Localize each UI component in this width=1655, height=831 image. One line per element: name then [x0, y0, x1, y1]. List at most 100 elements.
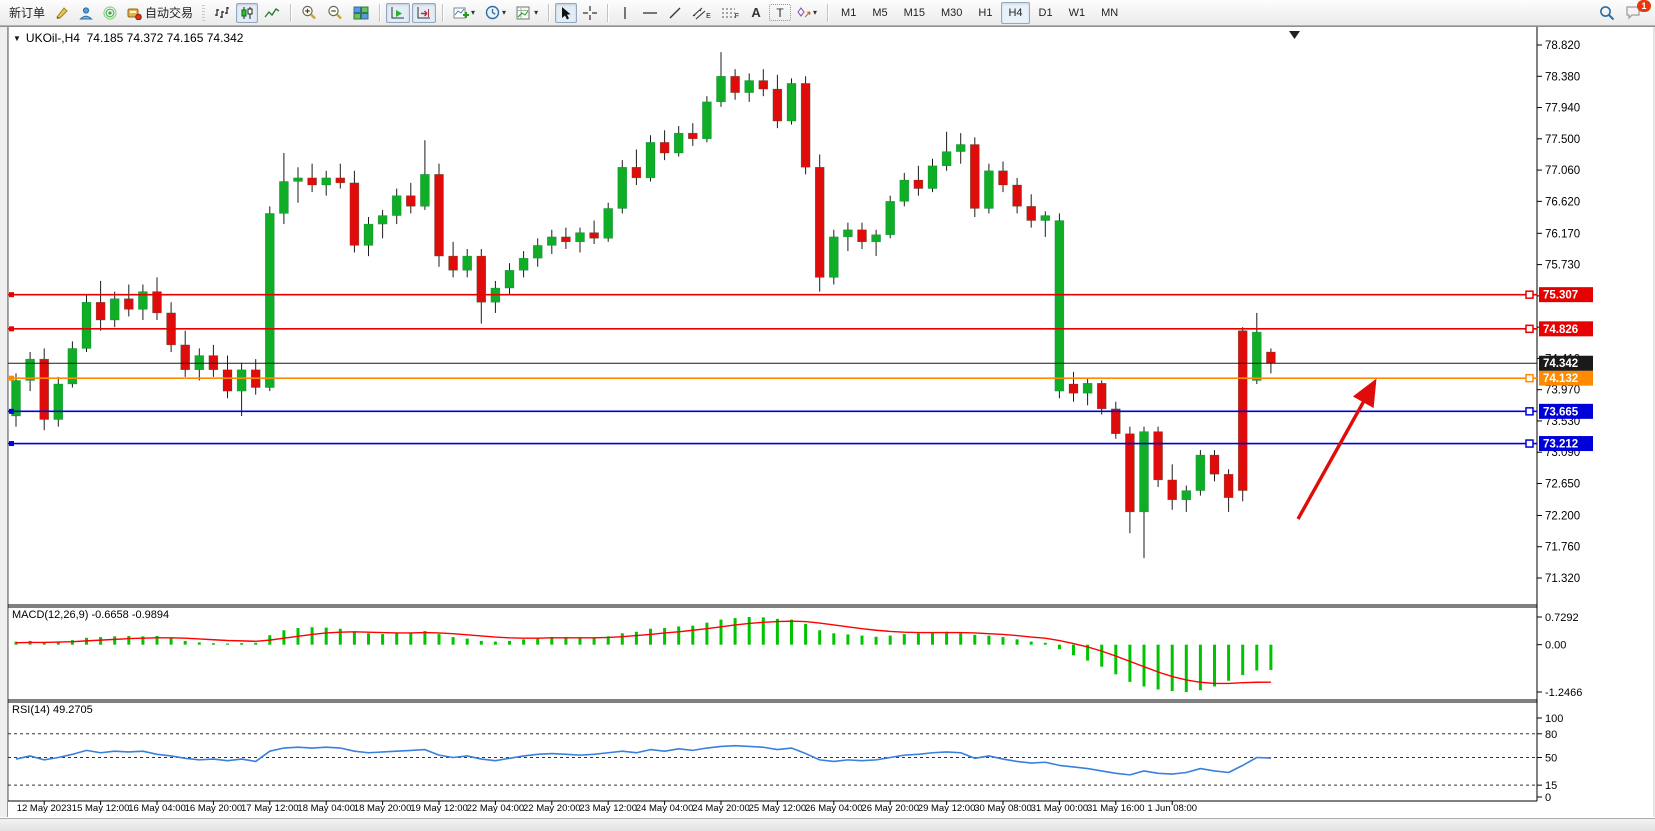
svg-text:-1.2466: -1.2466 — [1545, 687, 1582, 699]
svg-text:19 May 12:00: 19 May 12:00 — [410, 803, 468, 814]
tile-windows-button[interactable] — [349, 3, 373, 23]
svg-text:77.940: 77.940 — [1545, 103, 1580, 115]
notifications-button[interactable]: 1 — [1621, 3, 1646, 23]
window-left-frame — [0, 27, 8, 817]
svg-text:74.342: 74.342 — [1543, 358, 1578, 370]
person-glyph — [79, 6, 93, 20]
horizontal-line-icon — [642, 6, 658, 20]
svg-text:24 May 20:00: 24 May 20:00 — [692, 803, 750, 814]
svg-text:0.00: 0.00 — [1545, 640, 1566, 652]
svg-text:31 May 16:00: 31 May 16:00 — [1087, 803, 1145, 814]
timeframe-h4[interactable]: H4 — [1001, 2, 1029, 24]
vertical-line-tool-button[interactable] — [614, 3, 636, 23]
timeframe-w1[interactable]: W1 — [1062, 2, 1093, 24]
svg-text:80: 80 — [1545, 729, 1557, 741]
chart-ohlc-values: 74.185 74.372 74.165 74.342 — [87, 31, 244, 45]
fibonacci-tool-button[interactable]: F — [717, 3, 743, 23]
cursor-icon — [560, 6, 572, 20]
svg-text:15 May 12:00: 15 May 12:00 — [72, 803, 130, 814]
rsi-indicator-label: RSI(14) 49.2705 — [12, 704, 93, 716]
trendline-tool-button[interactable] — [664, 3, 686, 23]
toolbar-separator — [827, 4, 828, 22]
shapes-icon — [797, 6, 811, 20]
svg-text:1 Jun 08:00: 1 Jun 08:00 — [1147, 803, 1197, 814]
toolbar-separator — [607, 4, 608, 22]
zoom-out-button[interactable] — [323, 3, 347, 23]
periods-dropdown-caret: ▾ — [502, 8, 506, 17]
timeframe-mn[interactable]: MN — [1094, 2, 1125, 24]
chart-shift-icon — [416, 6, 432, 20]
signals-icon[interactable] — [99, 3, 121, 23]
zoom-in-button[interactable] — [297, 3, 321, 23]
bar-chart-button[interactable] — [210, 3, 234, 23]
vertical-line-icon — [620, 6, 630, 20]
community-icon[interactable] — [75, 3, 97, 23]
templates-dropdown-caret: ▾ — [534, 8, 538, 17]
svg-text:75.307: 75.307 — [1543, 290, 1578, 302]
window-menu-icon[interactable]: ▼ — [13, 34, 21, 43]
svg-text:30 May 08:00: 30 May 08:00 — [974, 803, 1032, 814]
timeframe-m15[interactable]: M15 — [897, 2, 932, 24]
text-tool-button[interactable]: A — [745, 3, 767, 23]
timeframe-m5[interactable]: M5 — [865, 2, 894, 24]
svg-text:25 May 12:00: 25 May 12:00 — [749, 803, 807, 814]
autotrading-glyph — [127, 6, 142, 20]
text-label-tool-button[interactable]: T — [769, 4, 791, 21]
candlestick-chart-button[interactable] — [236, 3, 258, 23]
zoom-in-icon — [301, 5, 317, 20]
indicators-dropdown-caret: ▾ — [471, 8, 475, 17]
fibonacci-sub-label: F — [735, 13, 739, 20]
svg-text:31 May 00:00: 31 May 00:00 — [1031, 803, 1089, 814]
autotrading-label: 自动交易 — [145, 4, 193, 21]
svg-text:76.170: 76.170 — [1545, 228, 1580, 240]
main-chart[interactable]: 78.82078.38077.94077.50077.06076.62076.1… — [0, 0, 1655, 831]
svg-text:78.820: 78.820 — [1545, 40, 1580, 52]
toolbar-separator — [548, 4, 549, 22]
equidistant-channel-tool-button[interactable]: E — [688, 3, 715, 23]
svg-text:17 May 12:00: 17 May 12:00 — [241, 803, 299, 814]
svg-text:50: 50 — [1545, 753, 1557, 765]
indicators-icon — [453, 6, 469, 20]
timeframe-h1[interactable]: H1 — [971, 2, 999, 24]
svg-text:26 May 04:00: 26 May 04:00 — [805, 803, 863, 814]
svg-text:100: 100 — [1545, 713, 1563, 725]
horizontal-line-tool-button[interactable] — [638, 3, 662, 23]
svg-text:24 May 04:00: 24 May 04:00 — [636, 803, 694, 814]
new-order-button[interactable]: 新订单 — [5, 3, 49, 23]
metaeditor-icon[interactable] — [51, 3, 73, 23]
chart-shift-button[interactable] — [412, 3, 436, 23]
timeframe-m30[interactable]: M30 — [934, 2, 969, 24]
crosshair-tool-button[interactable] — [579, 3, 601, 23]
svg-text:74.132: 74.132 — [1543, 373, 1578, 385]
svg-text:73.970: 73.970 — [1545, 385, 1580, 397]
svg-text:18 May 20:00: 18 May 20:00 — [354, 803, 412, 814]
toolbar-separator — [290, 4, 291, 22]
svg-text:78.380: 78.380 — [1545, 71, 1580, 83]
line-chart-button[interactable] — [260, 3, 284, 23]
indicators-button[interactable]: ▾ — [449, 3, 479, 23]
periods-button[interactable]: ▾ — [481, 3, 510, 23]
svg-text:0: 0 — [1545, 792, 1551, 804]
zoom-out-icon — [327, 5, 343, 20]
svg-text:26 May 20:00: 26 May 20:00 — [861, 803, 919, 814]
trendline-icon — [668, 6, 682, 20]
autotrading-button[interactable]: 自动交易 — [123, 3, 197, 23]
main-toolbar: 新订单 自动交易 ▾ ▾ — [0, 0, 1655, 26]
auto-scroll-button[interactable] — [386, 3, 410, 23]
chart-title: ▼ UKOil-,H4 74.185 74.372 74.165 74.342 — [13, 31, 243, 45]
cursor-tool-button[interactable] — [555, 3, 577, 23]
svg-text:71.320: 71.320 — [1545, 573, 1580, 585]
search-button[interactable] — [1595, 3, 1619, 23]
templates-button[interactable]: ▾ — [512, 3, 542, 23]
crosshair-icon — [583, 6, 597, 20]
svg-text:23 May 12:00: 23 May 12:00 — [579, 803, 637, 814]
timeframe-m1[interactable]: M1 — [834, 2, 863, 24]
svg-text:74.826: 74.826 — [1543, 324, 1578, 336]
svg-text:76.620: 76.620 — [1545, 196, 1580, 208]
timeframe-d1[interactable]: D1 — [1032, 2, 1060, 24]
svg-text:12 May 2023: 12 May 2023 — [17, 803, 72, 814]
shapes-tool-button[interactable]: ▾ — [793, 3, 821, 23]
template-icon — [516, 6, 532, 20]
candlestick-chart-icon — [240, 6, 254, 20]
chart-symbol-period: UKOil-,H4 — [26, 31, 80, 45]
